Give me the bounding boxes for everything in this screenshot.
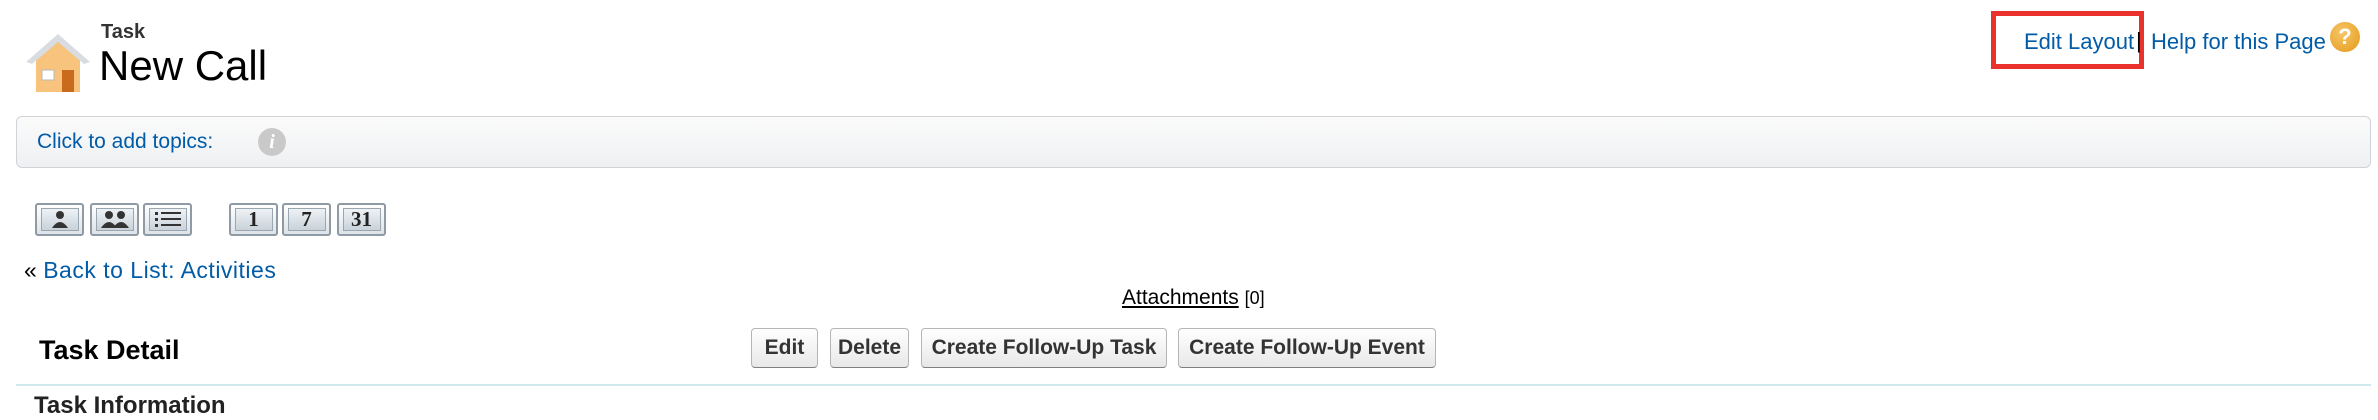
- attachments-link-group: Attachments [0]: [1122, 286, 1265, 310]
- detail-divider: [16, 384, 2371, 386]
- page-title: New Call: [99, 42, 268, 89]
- list-view-button[interactable]: [143, 203, 192, 236]
- create-follow-up-task-button[interactable]: Create Follow-Up Task: [921, 328, 1167, 368]
- task-object-icon: [24, 30, 92, 96]
- link-separator: |: [2136, 28, 2142, 53]
- day-view-button[interactable]: 1: [229, 203, 278, 236]
- month-label: 31: [342, 207, 381, 231]
- multi-user-icon: [95, 208, 134, 231]
- day-label: 1: [234, 207, 273, 231]
- multi-user-view-button[interactable]: [90, 203, 139, 236]
- help-for-page-link[interactable]: Help for this Page: [2151, 29, 2326, 55]
- add-topics-link[interactable]: Click to add topics:: [37, 130, 213, 154]
- info-icon[interactable]: i: [258, 128, 286, 156]
- single-user-icon: [40, 208, 79, 231]
- topics-bar: [16, 116, 2371, 168]
- detail-title: Task Detail: [39, 335, 180, 365]
- week-label: 7: [287, 207, 326, 231]
- list-view-icon: [148, 208, 187, 231]
- attachments-count: [0]: [1244, 288, 1265, 308]
- back-to-list-link[interactable]: Back to List: Activities: [43, 257, 276, 283]
- breadcrumb: « Back to List: Activities: [24, 257, 276, 284]
- help-icon[interactable]: ?: [2330, 22, 2360, 52]
- edit-layout-link[interactable]: Edit Layout: [2024, 29, 2134, 55]
- attachments-link[interactable]: Attachments: [1122, 286, 1239, 309]
- section-heading: Task Information: [34, 392, 226, 419]
- object-type-label: Task: [101, 21, 146, 43]
- week-view-button[interactable]: 7: [282, 203, 331, 236]
- edit-button[interactable]: Edit: [751, 328, 818, 368]
- month-view-button[interactable]: 31: [337, 203, 386, 236]
- create-follow-up-event-button[interactable]: Create Follow-Up Event: [1178, 328, 1436, 368]
- single-user-view-button[interactable]: [35, 203, 84, 236]
- delete-button[interactable]: Delete: [830, 328, 909, 368]
- back-prefix: «: [24, 257, 37, 283]
